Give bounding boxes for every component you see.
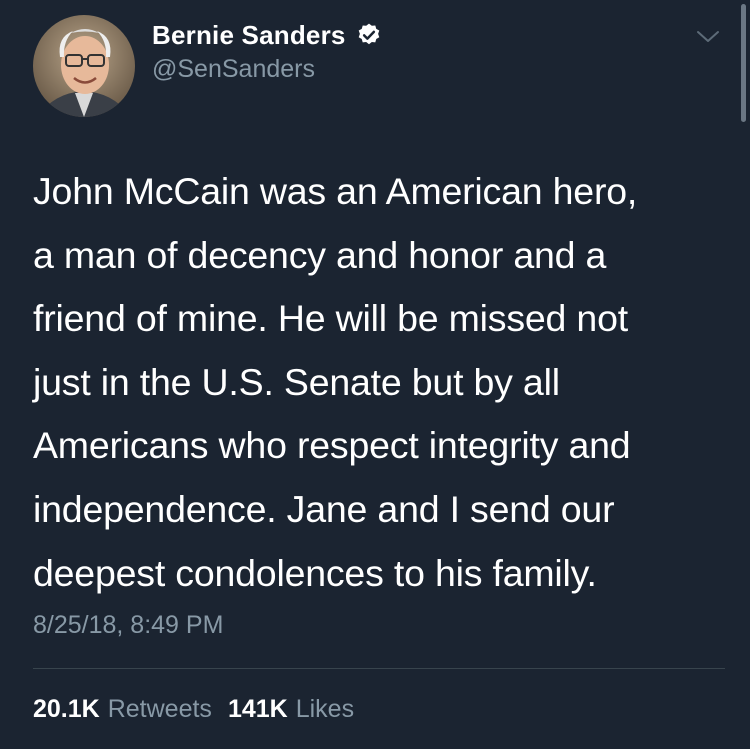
likes-stat[interactable]: 141K Likes bbox=[228, 695, 354, 724]
tweet-timestamp: 8/25/18, 8:49 PM bbox=[33, 611, 224, 639]
scrollbar[interactable] bbox=[741, 4, 746, 122]
tweet-card: Bernie Sanders @SenSanders John McCain w… bbox=[0, 0, 750, 749]
verified-badge-icon bbox=[356, 22, 382, 48]
divider bbox=[33, 668, 725, 669]
author-name-row[interactable]: Bernie Sanders bbox=[152, 18, 382, 52]
retweets-count: 20.1K bbox=[33, 695, 100, 723]
likes-label: Likes bbox=[295, 695, 355, 723]
likes-count: 141K bbox=[227, 695, 288, 723]
avatar[interactable] bbox=[33, 15, 135, 117]
retweets-label: Retweets bbox=[107, 695, 212, 723]
avatar-portrait-icon bbox=[33, 15, 135, 117]
retweets-stat[interactable]: 20.1K Retweets bbox=[33, 695, 212, 724]
author-handle[interactable]: @SenSanders bbox=[152, 55, 315, 84]
chevron-down-icon[interactable] bbox=[695, 26, 721, 46]
tweet-stats: 20.1K Retweets 141K Likes bbox=[33, 695, 354, 724]
author-display-name[interactable]: Bernie Sanders bbox=[152, 20, 346, 51]
tweet-text: John McCain was an American hero, a man … bbox=[33, 170, 638, 594]
